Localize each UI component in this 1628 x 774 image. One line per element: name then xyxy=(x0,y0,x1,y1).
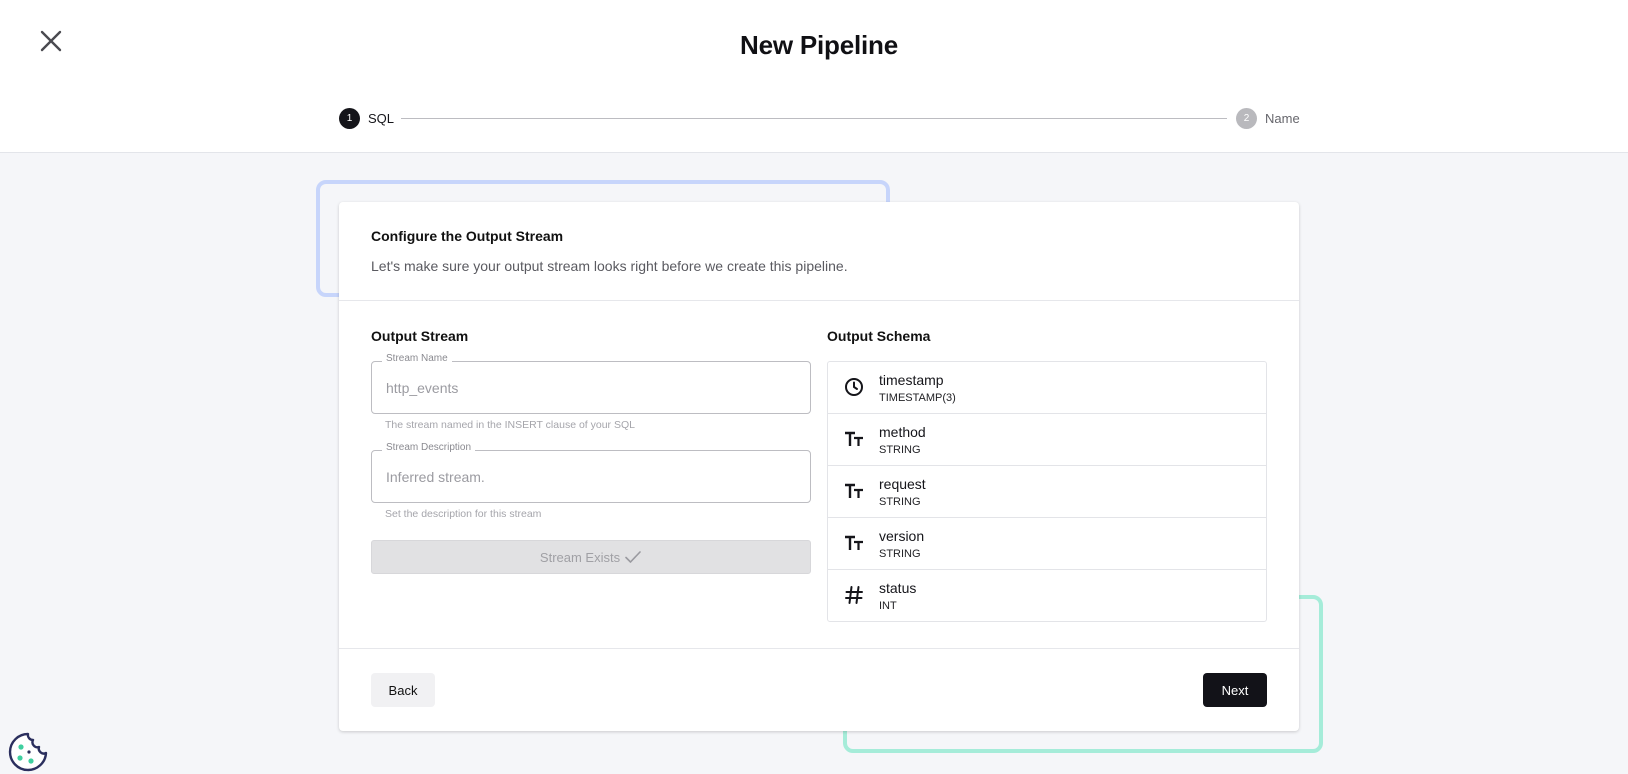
checkmark-icon xyxy=(625,551,641,563)
stream-description-helper: Set the description for this stream xyxy=(385,508,542,520)
configure-output-card: Configure the Output Stream Let's make s… xyxy=(339,202,1299,731)
cookie-settings-icon[interactable] xyxy=(7,731,49,773)
next-button[interactable]: Next xyxy=(1203,673,1267,707)
schema-field-row: status INT xyxy=(828,570,1266,622)
top-bar: New Pipeline 1 SQL 2 Name xyxy=(0,0,1628,153)
schema-field-row: request STRING xyxy=(828,466,1266,518)
schema-field-name: timestamp xyxy=(879,372,944,388)
schema-field-name: status xyxy=(879,580,917,596)
schema-field-row: method STRING xyxy=(828,414,1266,466)
stream-name-label: Stream Name xyxy=(382,353,452,364)
output-stream-heading: Output Stream xyxy=(371,328,469,344)
output-schema-heading: Output Schema xyxy=(827,328,931,344)
step-label: Name xyxy=(1265,111,1300,126)
step-name[interactable]: 2 Name xyxy=(1236,108,1300,129)
schema-field-name: version xyxy=(879,528,925,544)
schema-field-type: TIMESTAMP(3) xyxy=(879,392,956,404)
text-type-icon xyxy=(842,427,866,451)
back-button[interactable]: Back xyxy=(371,673,435,707)
schema-field-name: method xyxy=(879,424,926,440)
card-body: Output Stream Output Schema Stream Name … xyxy=(339,301,1299,649)
stream-exists-button[interactable]: Stream Exists xyxy=(371,540,811,574)
output-schema-list: timestamp TIMESTAMP(3) method STRING req… xyxy=(827,361,1267,622)
card-title: Configure the Output Stream xyxy=(371,228,564,244)
clock-icon xyxy=(842,375,866,399)
step-sql[interactable]: 1 SQL xyxy=(339,108,394,129)
stream-exists-label: Stream Exists xyxy=(539,549,621,565)
text-type-icon xyxy=(842,479,866,503)
stream-name-helper: The stream named in the INSERT clause of… xyxy=(385,419,635,431)
page-title: New Pipeline xyxy=(740,30,898,60)
stream-description-input[interactable] xyxy=(386,469,796,485)
stream-description-label: Stream Description xyxy=(382,442,476,453)
card-header: Configure the Output Stream Let's make s… xyxy=(339,202,1299,301)
schema-field-type: STRING xyxy=(879,444,921,456)
stream-description-field[interactable]: Stream Description xyxy=(371,442,811,503)
schema-field-type: STRING xyxy=(879,548,921,560)
step-number: 2 xyxy=(1236,108,1257,129)
stream-name-input[interactable] xyxy=(386,380,796,396)
step-number: 1 xyxy=(339,108,360,129)
schema-field-name: request xyxy=(879,476,926,492)
hash-icon xyxy=(842,583,866,607)
schema-field-type: STRING xyxy=(879,496,921,508)
step-label: SQL xyxy=(368,111,395,126)
stepper-connector xyxy=(401,118,1227,119)
schema-field-row: version STRING xyxy=(828,518,1266,570)
text-type-icon xyxy=(842,531,866,555)
card-subtitle: Let's make sure your output stream looks… xyxy=(371,258,848,274)
stream-name-field[interactable]: Stream Name xyxy=(371,353,811,414)
schema-field-row: timestamp TIMESTAMP(3) xyxy=(828,362,1266,414)
schema-field-type: INT xyxy=(879,600,897,612)
